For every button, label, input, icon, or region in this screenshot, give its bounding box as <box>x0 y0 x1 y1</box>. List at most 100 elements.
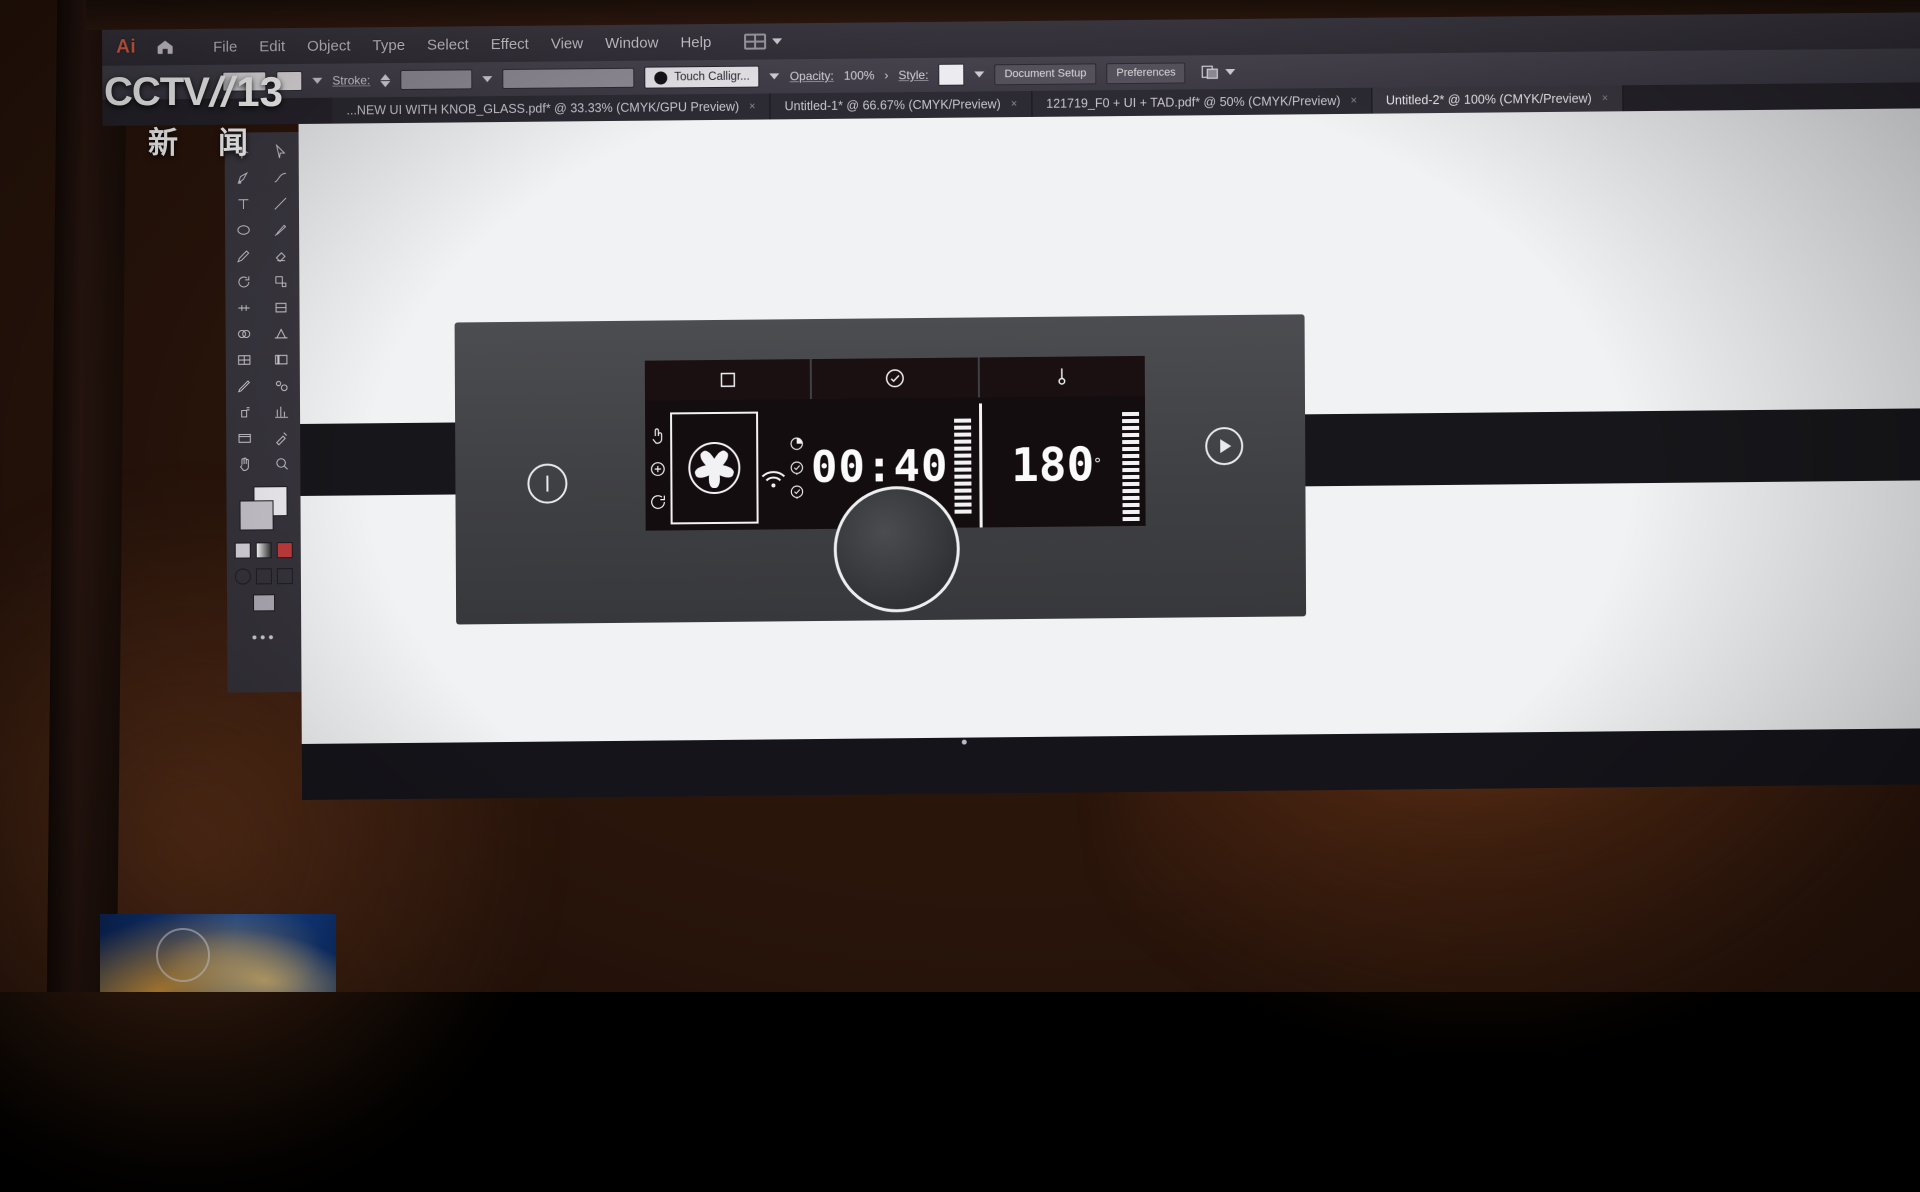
brush-swatch-icon <box>654 71 667 84</box>
document-tab-1[interactable]: Untitled-1* @ 66.67% (CMYK/Preview) × <box>770 91 1032 120</box>
chevron-down-icon <box>772 38 782 44</box>
stroke-weight-stepper[interactable] <box>380 74 390 87</box>
mode-tab-stop[interactable] <box>645 359 813 401</box>
tool-artboard-tool[interactable] <box>230 426 260 448</box>
power-icon[interactable] <box>527 463 567 503</box>
document-setup-button[interactable]: Document Setup <box>994 63 1096 85</box>
rotate-refresh-icon[interactable] <box>648 492 667 511</box>
plus-circle-icon[interactable] <box>648 459 667 478</box>
stop-square-icon <box>716 369 738 391</box>
stroke-swatch-chevron-icon[interactable] <box>312 78 322 84</box>
arrange-documents-icon <box>1202 64 1220 80</box>
style-chevron-icon[interactable] <box>974 71 984 77</box>
tool-width-tool[interactable] <box>229 296 259 318</box>
close-icon[interactable]: × <box>749 101 756 113</box>
brush-definition-field[interactable]: Touch Calligr... <box>644 66 760 89</box>
color-swatch-button[interactable] <box>235 542 251 558</box>
clock-check-icon <box>884 367 906 389</box>
timer-status-icons <box>788 435 805 500</box>
fill-swatch[interactable] <box>240 500 274 530</box>
tool-curvature-tool[interactable] <box>265 166 295 188</box>
artboard-canvas[interactable]: 00:40 180 ° <box>299 108 1920 760</box>
stroke-profile-field[interactable] <box>502 68 634 89</box>
tool-blend-tool[interactable] <box>266 374 296 396</box>
tool-symbol-sprayer-tool[interactable] <box>229 400 259 422</box>
mode-tab-temperature[interactable] <box>979 356 1145 398</box>
none-button[interactable] <box>277 542 293 558</box>
fill-and-stroke-indicator[interactable] <box>235 486 291 533</box>
document-tab-3[interactable]: Untitled-2* @ 100% (CMYK/Preview) × <box>1372 85 1623 113</box>
display-mode-tabs <box>645 356 1145 401</box>
heat-bar-left <box>954 418 971 513</box>
arrange-chevron-icon <box>1226 69 1236 75</box>
tool-line-tool[interactable] <box>265 192 295 214</box>
stroke-weight-field[interactable] <box>400 69 472 90</box>
menu-type[interactable]: Type <box>361 36 416 54</box>
tool-gradient-tool[interactable] <box>266 348 296 370</box>
tool-eraser-tool[interactable] <box>266 244 296 266</box>
tool-pencil-tool[interactable] <box>229 244 259 266</box>
document-tab-label: Untitled-1* @ 66.67% (CMYK/Preview) <box>785 97 1001 113</box>
degree-symbol: ° <box>1094 454 1101 474</box>
tool-pen-tool[interactable] <box>228 166 258 188</box>
close-icon[interactable]: × <box>1011 98 1018 110</box>
gradient-button[interactable] <box>256 542 272 558</box>
menu-effect[interactable]: Effect <box>480 35 540 53</box>
edit-toolbar-button[interactable]: ••• <box>252 629 277 646</box>
tool-eyedropper-tool[interactable] <box>229 374 259 396</box>
tool-paintbrush-tool[interactable] <box>266 218 296 240</box>
draw-normal-button[interactable] <box>235 568 251 584</box>
menu-object[interactable]: Object <box>296 37 361 55</box>
document-tab-2[interactable]: 121719_F0 + UI + TAD.pdf* @ 50% (CMYK/Pr… <box>1032 88 1372 117</box>
oven-panel-artwork[interactable]: 00:40 180 ° <box>455 314 1307 624</box>
tool-scale-tool[interactable] <box>266 270 296 292</box>
close-icon[interactable]: × <box>1350 95 1357 107</box>
tool-free-transform-tool[interactable] <box>266 296 296 318</box>
temperature-section: 180 ° <box>990 402 1123 527</box>
menu-file[interactable]: File <box>202 38 248 55</box>
menu-window[interactable]: Window <box>594 34 669 52</box>
tool-slice-tool[interactable] <box>267 426 297 448</box>
display-divider <box>979 403 982 527</box>
temperature-value: 180 <box>1011 437 1094 492</box>
stroke-weight-chevron-icon[interactable] <box>482 76 492 82</box>
cctv-logo-slash: // <box>206 68 240 116</box>
opacity-expand-icon[interactable]: › <box>884 68 888 82</box>
draw-behind-button[interactable] <box>256 568 272 584</box>
workspace-switcher[interactable] <box>744 33 782 49</box>
mode-tab-timer[interactable] <box>812 357 980 399</box>
screen-mode-row <box>235 568 293 585</box>
tool-mesh-tool[interactable] <box>229 348 259 370</box>
menu-view[interactable]: View <box>540 35 594 53</box>
cavity-frame <box>670 412 759 525</box>
screen-mode-icon[interactable] <box>253 594 275 611</box>
timer-end-icon <box>788 483 805 500</box>
arrange-documents-control[interactable] <box>1202 64 1236 80</box>
menu-help[interactable]: Help <box>669 33 722 51</box>
tool-type-tool[interactable] <box>228 192 258 214</box>
tool-perspective-grid-tool[interactable] <box>266 322 296 344</box>
tools-panel: ••• <box>225 132 302 693</box>
opacity-value[interactable]: 100% <box>844 68 875 82</box>
close-icon[interactable]: × <box>1602 92 1609 104</box>
document-tab-label: Untitled-2* @ 100% (CMYK/Preview) <box>1386 92 1592 108</box>
tool-rotate-tool[interactable] <box>229 270 259 292</box>
graphic-style-swatch[interactable] <box>938 64 964 86</box>
wifi-status <box>758 405 788 529</box>
cctv-news-banner <box>100 914 336 992</box>
play-icon[interactable] <box>1205 427 1243 465</box>
draw-inside-button[interactable] <box>277 568 293 584</box>
menu-edit[interactable]: Edit <box>248 38 296 55</box>
tool-hand-tool[interactable] <box>230 452 260 474</box>
preferences-button[interactable]: Preferences <box>1106 62 1185 84</box>
tool-shape-builder-tool[interactable] <box>229 322 259 344</box>
tool-ellipse-tool[interactable] <box>229 218 259 240</box>
hand-touch-icon[interactable] <box>648 426 667 445</box>
tool-column-graph-tool[interactable] <box>266 400 296 422</box>
menu-select[interactable]: Select <box>416 36 480 54</box>
tool-zoom-tool[interactable] <box>267 452 297 474</box>
rotary-knob[interactable] <box>833 486 960 613</box>
brush-chevron-icon[interactable] <box>770 73 780 79</box>
display-left-icons <box>645 406 670 530</box>
home-icon[interactable] <box>154 36 176 58</box>
